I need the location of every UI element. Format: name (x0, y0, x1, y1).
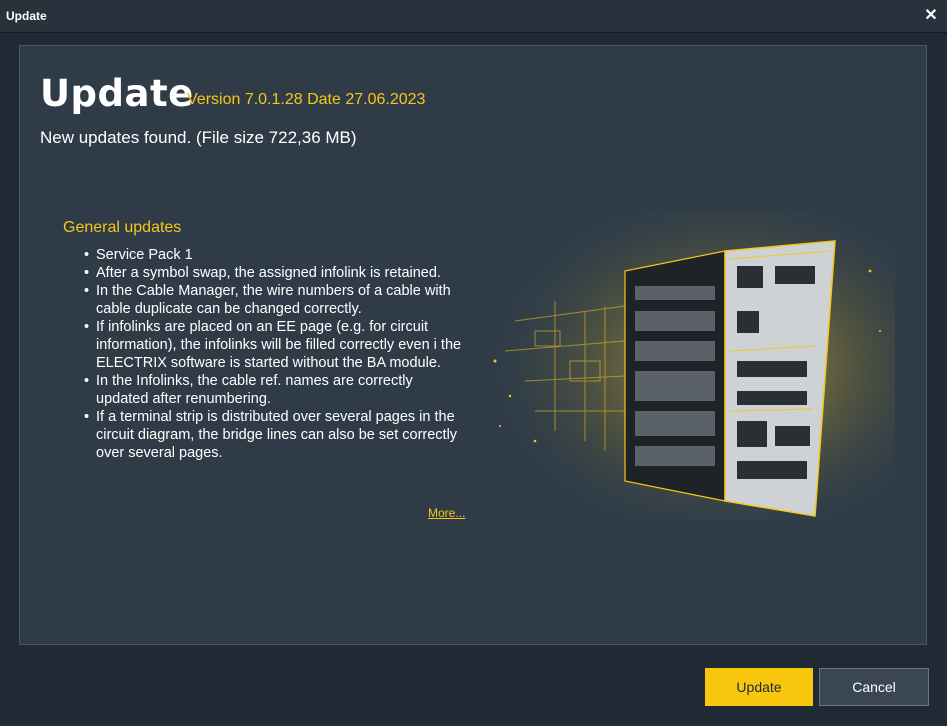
control-cabinet-illustration (475, 211, 895, 521)
general-updates-title: General updates (63, 219, 182, 236)
title-bar: Update ✕ (0, 0, 947, 33)
list-item: In the Infolinks, the cable ref. names a… (84, 372, 464, 408)
list-item: In the Cable Manager, the wire numbers o… (84, 282, 464, 318)
updates-found-text: New updates found. (File size 722,36 MB) (40, 128, 357, 147)
page-title: Update (40, 72, 194, 115)
cancel-button[interactable]: Cancel (819, 668, 929, 706)
list-item: If infolinks are placed on an EE page (e… (84, 318, 464, 372)
window-title: Update (6, 9, 47, 23)
more-link[interactable]: More... (428, 506, 465, 520)
list-item: If a terminal strip is distributed over … (84, 408, 464, 462)
close-icon[interactable]: ✕ (921, 6, 941, 26)
list-item: Service Pack 1 (84, 246, 464, 264)
version-info: Version 7.0.1.28 Date 27.06.2023 (187, 91, 426, 108)
list-item: After a symbol swap, the assigned infoli… (84, 264, 464, 282)
update-button[interactable]: Update (705, 668, 813, 706)
update-info-panel: Update Version 7.0.1.28 Date 27.06.2023 … (19, 45, 927, 645)
updates-list: Service Pack 1 After a symbol swap, the … (84, 246, 464, 462)
